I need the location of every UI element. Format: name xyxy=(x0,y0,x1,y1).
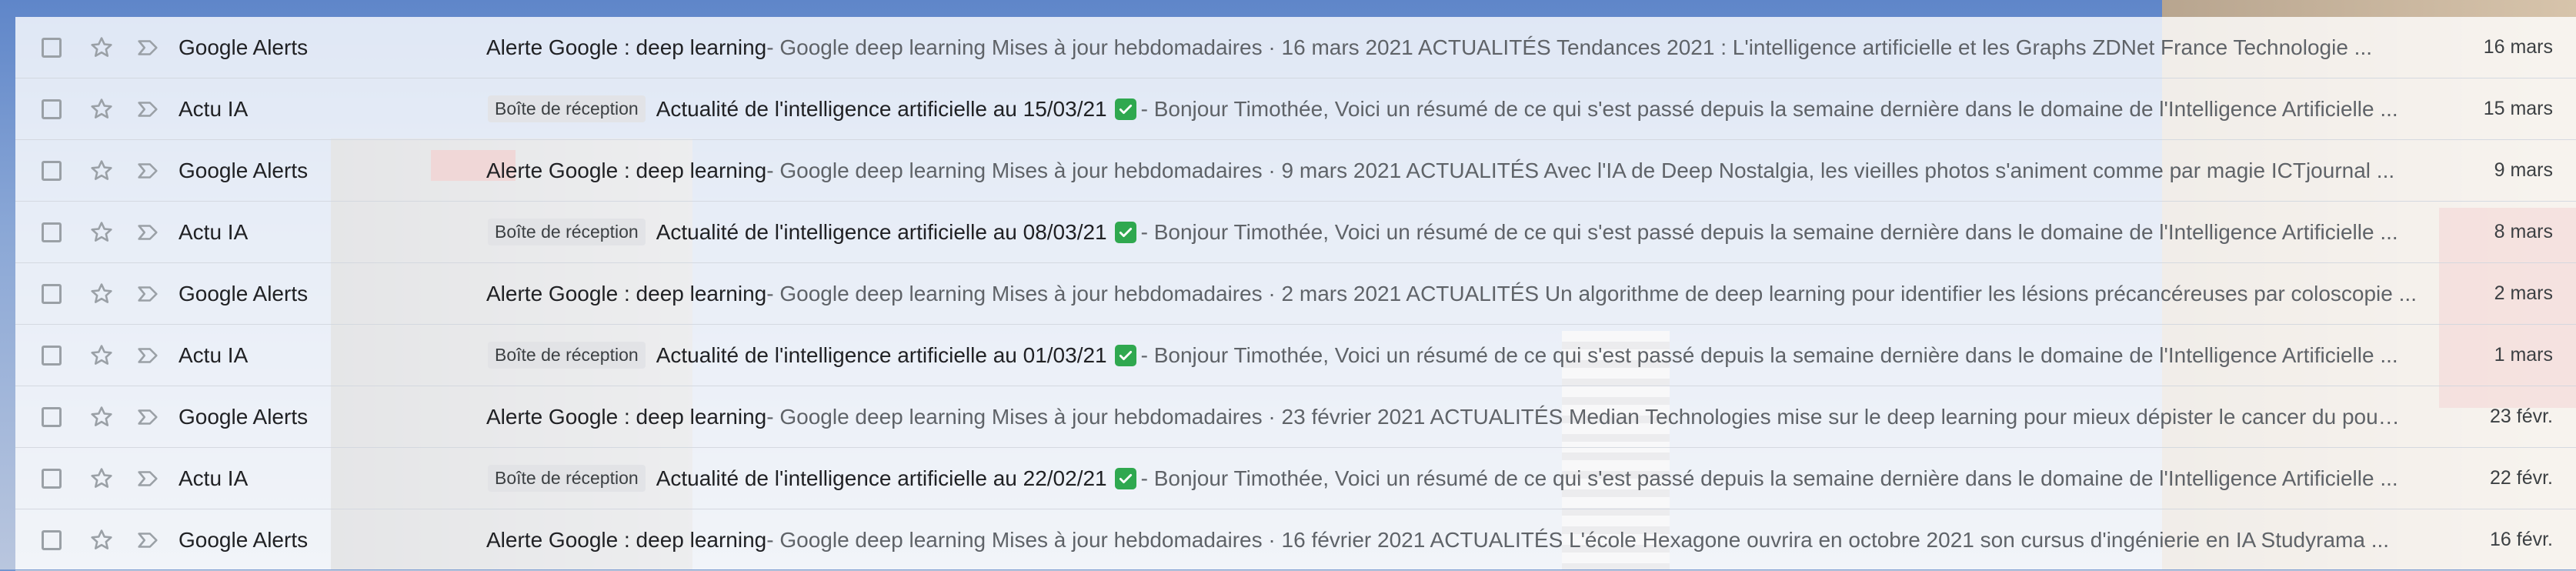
email-date: 9 mars xyxy=(2494,159,2553,181)
star-icon[interactable] xyxy=(86,94,117,125)
email-date: 15 mars xyxy=(2483,98,2553,119)
email-date: 22 févr. xyxy=(2490,467,2553,489)
email-content[interactable]: Alerte Google : deep learning - Google d… xyxy=(486,159,2418,183)
email-row[interactable]: Google Alerts Alerte Google : deep learn… xyxy=(15,140,2576,202)
star-icon[interactable] xyxy=(86,525,117,556)
star-icon[interactable] xyxy=(86,340,117,371)
star-icon[interactable] xyxy=(86,279,117,309)
sender-name: Google Alerts xyxy=(179,527,309,552)
star-icon[interactable] xyxy=(86,155,117,186)
email-snippet: - Bonjour Timothée, Voici un résumé de c… xyxy=(1140,96,2398,121)
importance-marker-icon[interactable] xyxy=(132,402,163,432)
email-subject: Actualité de l'intelligence artificielle… xyxy=(656,342,1107,367)
email-content[interactable]: Boîte de réception Actualité de l'intell… xyxy=(486,95,2418,122)
importance-marker-icon[interactable] xyxy=(132,155,163,186)
email-snippet: - Google deep learning Mises à jour hebd… xyxy=(766,158,2395,182)
sender-name: Actu IA xyxy=(179,466,249,490)
inbox-label[interactable]: Boîte de réception xyxy=(488,465,646,492)
sender-name: Actu IA xyxy=(179,342,249,367)
email-subject: Alerte Google : deep learning xyxy=(486,404,767,429)
checkbox-icon[interactable] xyxy=(42,345,62,366)
importance-marker-icon[interactable] xyxy=(132,340,163,371)
email-content[interactable]: Alerte Google : deep learning - Google d… xyxy=(486,405,2418,429)
email-content[interactable]: Boîte de réception Actualité de l'intell… xyxy=(486,342,2418,369)
inbox-label[interactable]: Boîte de réception xyxy=(488,95,646,122)
star-icon[interactable] xyxy=(86,32,117,63)
checkbox-icon[interactable] xyxy=(42,406,62,427)
email-content[interactable]: Boîte de réception Actualité de l'intell… xyxy=(486,465,2418,492)
inbox-label[interactable]: Boîte de réception xyxy=(488,219,646,245)
email-row[interactable]: Actu IA Boîte de réception Actualité de … xyxy=(15,202,2576,263)
check-mark-icon xyxy=(1114,467,1136,489)
importance-marker-icon[interactable] xyxy=(132,279,163,309)
email-content[interactable]: Alerte Google : deep learning - Google d… xyxy=(486,528,2418,553)
email-date: 23 févr. xyxy=(2490,406,2553,427)
checkbox-icon[interactable] xyxy=(42,37,62,58)
email-row[interactable]: Actu IA Boîte de réception Actualité de … xyxy=(15,448,2576,509)
email-snippet: - Google deep learning Mises à jour hebd… xyxy=(766,527,2390,552)
importance-marker-icon[interactable] xyxy=(132,94,163,125)
email-subject: Alerte Google : deep learning xyxy=(486,35,767,59)
sender-name: Google Alerts xyxy=(179,35,309,59)
email-snippet: - Bonjour Timothée, Voici un résumé de c… xyxy=(1140,219,2398,244)
email-subject: Actualité de l'intelligence artificielle… xyxy=(656,219,1107,244)
check-mark-icon xyxy=(1114,98,1136,120)
checkbox-icon[interactable] xyxy=(42,283,62,304)
email-list: Google Alerts Alerte Google : deep learn… xyxy=(15,17,2576,571)
inbox-label[interactable]: Boîte de réception xyxy=(488,342,646,369)
sender-name: Actu IA xyxy=(179,219,249,244)
email-date: 16 févr. xyxy=(2490,529,2553,550)
email-date: 16 mars xyxy=(2483,36,2553,58)
importance-marker-icon[interactable] xyxy=(132,525,163,556)
checkbox-icon[interactable] xyxy=(42,468,62,489)
email-row[interactable]: Actu IA Boîte de réception Actualité de … xyxy=(15,325,2576,386)
email-row[interactable]: Google Alerts Alerte Google : deep learn… xyxy=(15,509,2576,571)
checkbox-icon[interactable] xyxy=(42,99,62,119)
email-snippet: - Google deep learning Mises à jour hebd… xyxy=(766,281,2417,306)
email-content[interactable]: Boîte de réception Actualité de l'intell… xyxy=(486,219,2418,245)
email-snippet: - Google deep learning Mises à jour hebd… xyxy=(766,404,2418,429)
email-content[interactable]: Alerte Google : deep learning - Google d… xyxy=(486,282,2418,306)
email-date: 1 mars xyxy=(2494,344,2553,366)
email-row[interactable]: Google Alerts Alerte Google : deep learn… xyxy=(15,17,2576,78)
sender-name: Google Alerts xyxy=(179,404,309,429)
importance-marker-icon[interactable] xyxy=(132,463,163,494)
email-row[interactable]: Google Alerts Alerte Google : deep learn… xyxy=(15,386,2576,448)
check-mark-icon xyxy=(1114,344,1136,366)
importance-marker-icon[interactable] xyxy=(132,217,163,248)
email-row[interactable]: Actu IA Boîte de réception Actualité de … xyxy=(15,78,2576,140)
star-icon[interactable] xyxy=(86,463,117,494)
email-row[interactable]: Google Alerts Alerte Google : deep learn… xyxy=(15,263,2576,325)
checkbox-icon[interactable] xyxy=(42,222,62,242)
email-content[interactable]: Alerte Google : deep learning - Google d… xyxy=(486,35,2418,60)
email-snippet: - Bonjour Timothée, Voici un résumé de c… xyxy=(1140,466,2398,490)
email-date: 2 mars xyxy=(2494,282,2553,304)
sender-name: Actu IA xyxy=(179,96,249,121)
importance-marker-icon[interactable] xyxy=(132,32,163,63)
email-snippet: - Bonjour Timothée, Voici un résumé de c… xyxy=(1140,342,2398,367)
email-subject: Alerte Google : deep learning xyxy=(486,158,767,182)
email-subject: Actualité de l'intelligence artificielle… xyxy=(656,466,1107,490)
check-mark-icon xyxy=(1114,221,1136,243)
star-icon[interactable] xyxy=(86,217,117,248)
email-subject: Alerte Google : deep learning xyxy=(486,281,767,306)
sender-name: Google Alerts xyxy=(179,281,309,306)
email-subject: Actualité de l'intelligence artificielle… xyxy=(656,96,1107,121)
sender-name: Google Alerts xyxy=(179,158,309,182)
checkbox-icon[interactable] xyxy=(42,160,62,181)
checkbox-icon[interactable] xyxy=(42,529,62,550)
star-icon[interactable] xyxy=(86,402,117,432)
email-date: 8 mars xyxy=(2494,221,2553,242)
email-subject: Alerte Google : deep learning xyxy=(486,527,767,552)
email-snippet: - Google deep learning Mises à jour hebd… xyxy=(766,35,2373,59)
